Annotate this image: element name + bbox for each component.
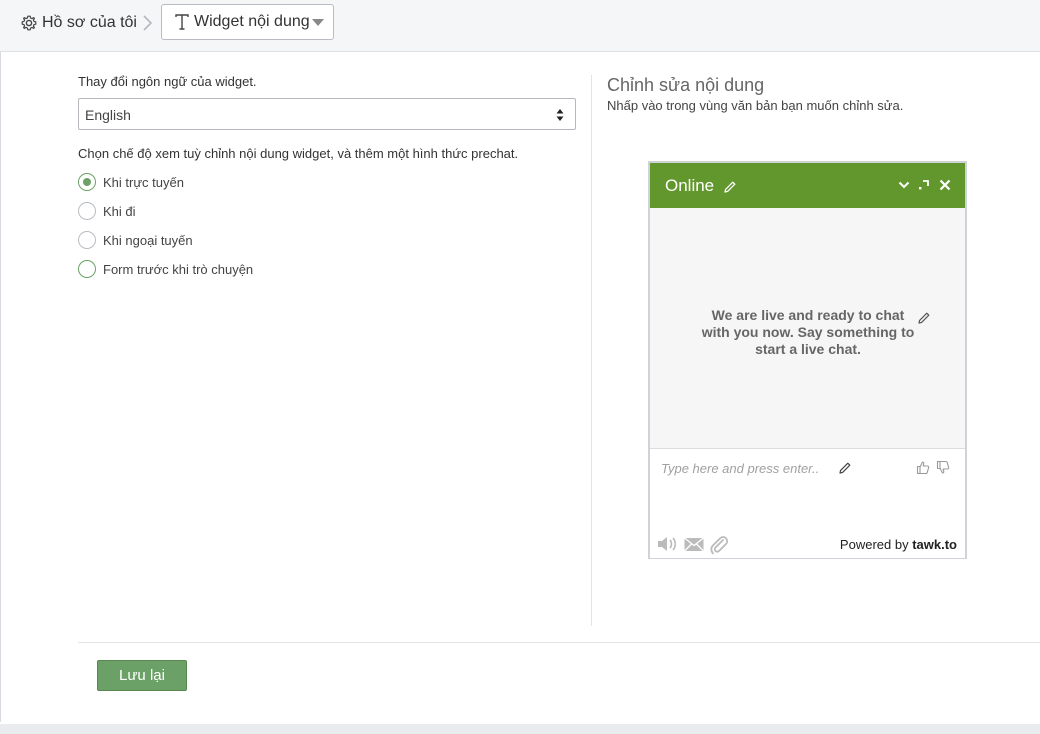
popout-icon[interactable] — [917, 178, 931, 192]
paperclip-icon[interactable] — [708, 534, 730, 556]
powered-by-prefix: Powered by — [839, 537, 909, 552]
mode-option-online[interactable]: Khi trực tuyến — [78, 172, 184, 192]
save-button[interactable]: Lưu lại — [97, 660, 187, 691]
speaker-icon[interactable] — [656, 534, 678, 554]
thumbs-down-icon[interactable] — [936, 460, 950, 475]
edit-pencil-icon[interactable] — [838, 461, 852, 475]
mode-label: Chọn chế độ xem tuỳ chỉnh nội dung widge… — [78, 146, 519, 161]
edit-pencil-icon[interactable] — [917, 311, 931, 325]
chevron-right-icon — [143, 15, 153, 31]
widget-input-area: Type here and press enter.. Powered by t… — [650, 448, 965, 558]
language-select-value: English — [85, 107, 131, 123]
section-dropdown-label: Widget nội dung — [194, 13, 310, 30]
language-label: Thay đổi ngôn ngữ của widget. — [78, 74, 257, 89]
section-dropdown[interactable]: Widget nội dung — [161, 4, 334, 40]
top-bar: Hồ sơ của tôi Widget nội dung — [0, 0, 1040, 52]
mode-option-offline[interactable]: Khi ngoại tuyến — [78, 230, 193, 250]
select-arrows-icon — [556, 109, 564, 121]
widget-status[interactable]: Online — [665, 176, 714, 196]
caret-down-icon — [312, 19, 324, 26]
mode-option-prechat[interactable]: Form trước khi trò chuyện — [78, 259, 253, 279]
minimize-chevron-icon[interactable] — [897, 178, 911, 192]
column-divider — [591, 75, 592, 626]
edit-content-title: Chỉnh sửa nội dung — [607, 75, 765, 95]
mode-option-label: Khi trực tuyến — [103, 174, 184, 190]
widget-welcome-message[interactable]: We are live and ready to chat with you n… — [698, 307, 918, 358]
widget-header: Online — [650, 163, 965, 208]
radio-button[interactable] — [78, 231, 96, 249]
powered-by-brand[interactable]: tawk.to — [912, 537, 957, 552]
mail-icon[interactable] — [683, 534, 705, 554]
powered-by: Powered by tawk.to — [840, 537, 957, 552]
thumbs-up-icon[interactable] — [916, 460, 930, 475]
close-icon[interactable] — [938, 178, 952, 192]
breadcrumb-home-label: Hồ sơ của tôi — [42, 14, 137, 31]
widget-input-placeholder[interactable]: Type here and press enter.. — [661, 461, 819, 476]
edit-pencil-icon[interactable] — [723, 180, 737, 194]
bottom-strip — [0, 724, 1040, 734]
mode-option-label: Form trước khi trò chuyện — [103, 261, 254, 277]
text-t-icon — [175, 14, 189, 30]
radio-button[interactable] — [78, 202, 96, 220]
mode-option-away[interactable]: Khi đi — [78, 201, 136, 221]
radio-button[interactable] — [78, 173, 96, 191]
mode-option-label: Khi ngoại tuyến — [103, 232, 193, 248]
chat-widget-preview: Online We are live and ready to chat wit… — [648, 161, 967, 559]
footer-divider — [78, 642, 1040, 643]
language-select[interactable]: English — [78, 98, 576, 130]
breadcrumb-home[interactable]: Hồ sơ của tôi — [21, 12, 137, 34]
mode-option-label: Khi đi — [103, 203, 136, 219]
gear-icon — [21, 15, 37, 31]
widget-body: We are live and ready to chat with you n… — [650, 208, 965, 448]
radio-button[interactable] — [78, 260, 96, 278]
edit-content-subtitle: Nhấp vào trong vùng văn bản bạn muốn chỉ… — [607, 98, 904, 113]
frame-border — [0, 52, 1, 722]
